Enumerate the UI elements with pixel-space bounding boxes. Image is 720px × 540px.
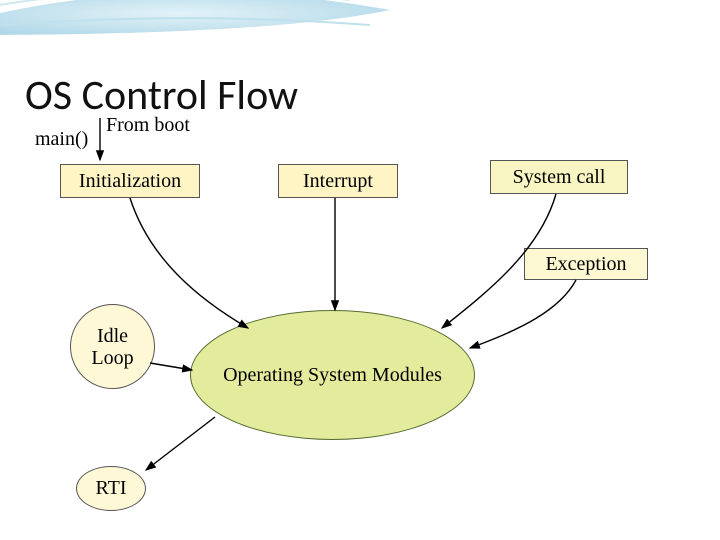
- rti-circle: RTI: [76, 466, 146, 511]
- from-boot-label: From boot: [106, 114, 190, 137]
- initialization-box: Initialization: [60, 164, 200, 198]
- os-modules-ellipse: Operating System Modules: [190, 310, 475, 440]
- main-label: main(): [35, 128, 88, 151]
- interrupt-box: Interrupt: [278, 164, 398, 198]
- idle-loop-circle: Idle Loop: [70, 304, 155, 389]
- slide-decoration: [0, 0, 720, 60]
- exception-box: Exception: [524, 248, 648, 280]
- system-call-box: System call: [490, 160, 628, 194]
